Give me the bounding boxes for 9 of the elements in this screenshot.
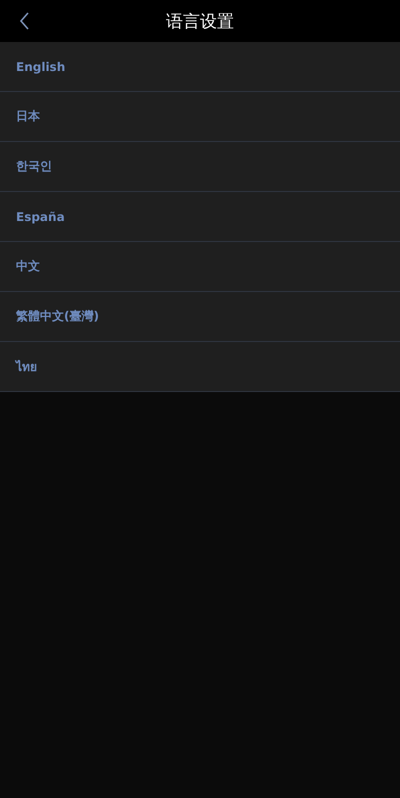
language-item[interactable]: 繁體中文(臺灣) [0, 292, 400, 342]
language-item[interactable]: 日本 [0, 92, 400, 142]
language-item[interactable]: 한국인 [0, 142, 400, 192]
language-item[interactable]: ไทย [0, 342, 400, 392]
page-title: 语言设置 [166, 10, 234, 32]
back-icon [18, 12, 30, 30]
language-item[interactable]: 中文 [0, 242, 400, 292]
language-item[interactable]: España [0, 192, 400, 242]
language-item[interactable]: English [0, 42, 400, 92]
